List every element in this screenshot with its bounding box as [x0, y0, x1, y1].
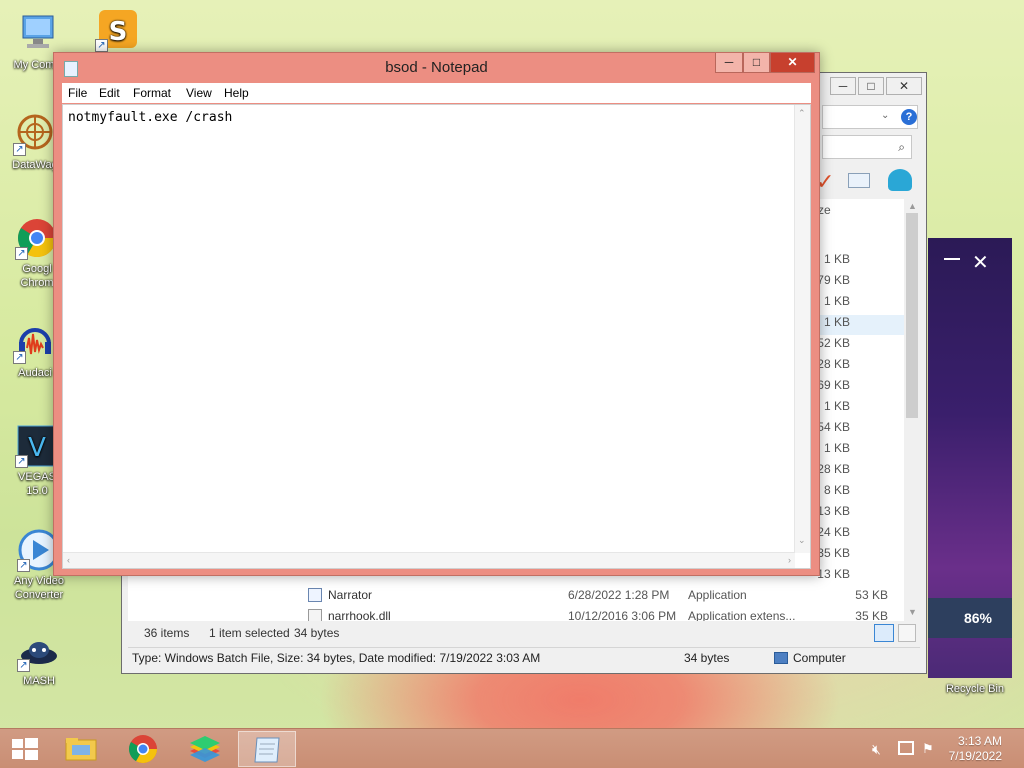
menu-file[interactable]: File — [68, 86, 87, 100]
folder-icon — [65, 738, 97, 761]
shortcut-arrow-icon: ↗ — [95, 39, 108, 52]
search-input[interactable]: ⌕ — [822, 135, 912, 159]
scroll-left-icon[interactable]: ‹ — [67, 555, 70, 565]
details-view-icon[interactable] — [874, 624, 894, 642]
scroll-up-icon[interactable]: ⌃ — [798, 108, 806, 119]
shell-icon[interactable] — [888, 169, 912, 191]
file-size: 53 KB — [855, 588, 888, 602]
file-type: Application — [688, 588, 747, 602]
shortcut-arrow-icon: ↗ — [17, 559, 30, 572]
start-button[interactable] — [2, 731, 48, 767]
editor-content[interactable]: notmyfault.exe /crash — [68, 110, 232, 125]
notepad-icon — [254, 737, 280, 763]
menu-bar: File Edit Format View Help — [62, 83, 811, 103]
scroll-right-icon[interactable]: › — [788, 555, 791, 565]
details-size: 34 bytes — [684, 651, 730, 665]
clock-date: 7/19/2022 — [948, 749, 1002, 763]
large-icons-view-icon[interactable] — [898, 624, 916, 642]
desktop-icon-label: Recycle Bin — [945, 683, 1005, 695]
maximize-button[interactable]: □ — [858, 77, 884, 95]
chrome-icon — [129, 735, 157, 763]
properties-icon[interactable] — [848, 173, 870, 188]
maximize-button[interactable]: □ — [743, 53, 770, 73]
notepad-window: bsod - Notepad ─ □ ✕ File Edit Format Vi… — [53, 52, 820, 576]
table-row[interactable]: Narrator 6/28/2022 1:28 PM Application 5… — [308, 585, 888, 605]
item-count: 36 items — [144, 626, 190, 640]
datawag-icon: ↗ — [13, 112, 57, 156]
action-center-flag-icon[interactable]: ⚑ — [922, 741, 934, 757]
taskbar: 🔇︎ ⚑ 3:13 AM 7/19/2022 — [0, 728, 1024, 768]
scroll-down-icon[interactable]: ⌄ — [798, 535, 806, 546]
horizontal-scrollbar[interactable]: ‹ › — [63, 552, 795, 568]
audacity-icon: ↗ — [13, 320, 57, 364]
minimize-button[interactable]: ─ — [715, 53, 743, 73]
taskbar-chrome[interactable] — [114, 731, 172, 767]
shortcut-arrow-icon: ↗ — [17, 659, 30, 672]
details-location: Computer — [793, 651, 846, 665]
bluestacks-icon — [190, 736, 220, 762]
window-title: bsod - Notepad — [385, 59, 488, 76]
desktop-icon-s-app[interactable]: S ↗ — [82, 8, 152, 54]
help-icon[interactable]: ? — [901, 109, 917, 125]
clock-time: 3:13 AM — [957, 734, 1002, 748]
background-app-window: ✕ 86% — [928, 238, 1012, 678]
network-icon[interactable] — [898, 741, 914, 755]
close-icon[interactable]: ✕ — [972, 250, 989, 275]
taskbar-notepad[interactable] — [238, 731, 296, 767]
mash-icon: ↗ — [17, 636, 61, 672]
details-bar: Type: Windows Batch File, Size: 34 bytes… — [128, 647, 920, 669]
computer-icon — [15, 12, 59, 56]
taskbar-file-explorer[interactable] — [52, 731, 110, 767]
file-name: Narrator — [328, 588, 373, 602]
shortcut-arrow-icon: ↗ — [15, 455, 28, 468]
menu-help[interactable]: Help — [224, 86, 249, 100]
minimize-icon[interactable] — [944, 258, 960, 260]
chevron-down-icon[interactable]: ⌄ — [881, 110, 889, 121]
scroll-up-icon[interactable]: ▲ — [908, 201, 917, 211]
volume-muted-icon[interactable]: 🔇︎ — [872, 741, 881, 758]
close-button[interactable]: ✕ — [770, 53, 815, 73]
selection-size: 34 bytes — [294, 626, 340, 640]
close-button[interactable]: ✕ — [886, 77, 922, 95]
progress-percent: 86% — [963, 610, 992, 626]
menu-view[interactable]: View — [186, 86, 212, 100]
scroll-down-icon[interactable]: ▼ — [908, 607, 917, 617]
desktop-icon-label: Googl Chrom — [20, 263, 54, 289]
svg-text:V: V — [28, 433, 46, 463]
application-icon — [308, 588, 322, 602]
shortcut-arrow-icon: ↗ — [13, 143, 26, 156]
desktop-icon-recycle-bin[interactable]: Recycle Bin — [940, 682, 1010, 696]
desktop-icon-label: Any Video Converter — [14, 575, 64, 601]
shortcut-arrow-icon: ↗ — [15, 247, 28, 260]
selection-count: 1 item selected — [209, 626, 290, 640]
search-icon: ⌕ — [898, 140, 905, 154]
scrollbar-thumb[interactable] — [906, 213, 918, 418]
status-bar: 36 items 1 item selected 34 bytes — [122, 621, 926, 647]
text-editor[interactable]: notmyfault.exe /crash ⌃ ⌄ ‹ › — [62, 104, 811, 569]
minimize-button[interactable]: ─ — [830, 77, 856, 95]
menu-edit[interactable]: Edit — [99, 86, 120, 100]
vertical-scrollbar[interactable]: ⌃ ⌄ — [794, 105, 810, 553]
app-s-icon: S ↗ — [95, 8, 139, 52]
details-info: Type: Windows Batch File, Size: 34 bytes… — [132, 651, 541, 665]
svg-text:S: S — [109, 17, 128, 47]
computer-icon — [774, 652, 788, 664]
clock[interactable]: 3:13 AM 7/19/2022 — [949, 734, 1002, 764]
file-date: 6/28/2022 1:28 PM — [568, 588, 670, 602]
desktop-icon-mash[interactable]: ↗ MASH — [4, 636, 74, 688]
desktop-icon-label: MASH — [23, 675, 55, 687]
taskbar-bluestacks[interactable] — [176, 731, 234, 767]
shortcut-arrow-icon: ↗ — [13, 351, 26, 364]
windows-logo-icon — [12, 738, 38, 760]
menu-format[interactable]: Format — [133, 86, 171, 100]
